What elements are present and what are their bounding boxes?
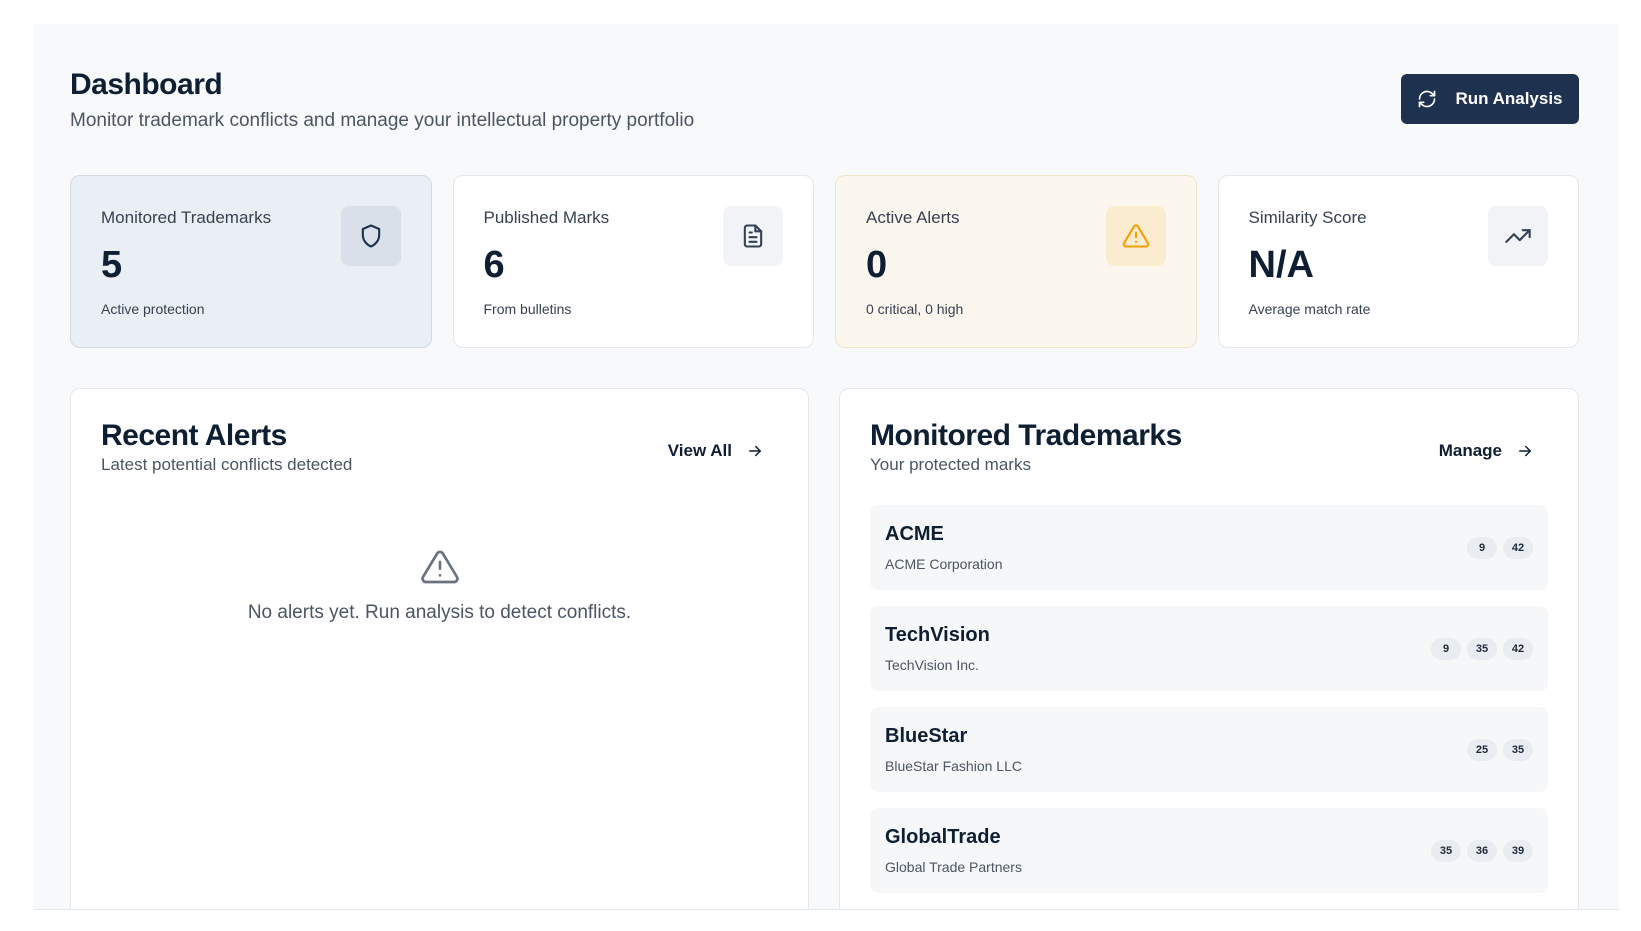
view-all-link[interactable]: View All <box>668 441 764 461</box>
stat-card-monitored[interactable]: Monitored Trademarks 5 Active protection <box>70 175 432 348</box>
class-badge: 35 <box>1431 840 1461 862</box>
stat-note: 0 critical, 0 high <box>866 301 964 317</box>
trademark-name: ACME <box>885 523 944 545</box>
monitored-trademarks-panel: Monitored Trademarks Your protected mark… <box>839 388 1579 909</box>
class-badge: 39 <box>1503 840 1533 862</box>
trademark-classes: 35 36 39 <box>1431 840 1533 862</box>
class-badge: 9 <box>1431 638 1461 660</box>
class-badge: 36 <box>1467 840 1497 862</box>
trademark-item[interactable]: ACME ACME Corporation 9 42 <box>870 505 1548 590</box>
empty-state-text: No alerts yet. Run analysis to detect co… <box>247 602 632 623</box>
trending-up-icon <box>1505 229 1531 243</box>
warning-icon <box>1122 224 1149 248</box>
shield-icon <box>361 224 380 248</box>
class-badge: 42 <box>1503 537 1533 559</box>
manage-link[interactable]: Manage <box>1439 441 1534 461</box>
trademark-classes: 9 42 <box>1467 537 1533 559</box>
class-badge: 35 <box>1467 638 1497 660</box>
trademark-owner: ACME Corporation <box>885 556 1003 572</box>
trademark-list: ACME ACME Corporation 9 42 TechVision Te… <box>870 505 1548 909</box>
stat-note: From bulletins <box>483 301 572 317</box>
class-badge: 25 <box>1467 739 1497 761</box>
trademark-owner: BlueStar Fashion LLC <box>885 758 1022 774</box>
run-analysis-label: Run Analysis <box>1455 89 1563 108</box>
dashboard-page: Dashboard Monitor trademark conflicts an… <box>34 24 1619 910</box>
page-header: Dashboard Monitor trademark conflicts an… <box>70 68 1579 158</box>
arrow-right-icon <box>1519 445 1531 457</box>
page-title: Dashboard <box>70 68 223 101</box>
trademark-item[interactable]: GlobalTrade Global Trade Partners 35 36 … <box>870 808 1548 893</box>
stat-note: Average match rate <box>1248 301 1371 317</box>
trademark-item[interactable]: BlueStar BlueStar Fashion LLC 25 35 <box>870 707 1548 792</box>
page-subtitle: Monitor trademark conflicts and manage y… <box>70 110 695 131</box>
trademark-classes: 25 35 <box>1467 739 1533 761</box>
class-badge: 35 <box>1503 739 1533 761</box>
trademark-name: BlueStar <box>885 725 968 747</box>
view-all-label: View All <box>667 441 732 460</box>
manage-label: Manage <box>1438 441 1502 460</box>
document-icon <box>743 224 763 248</box>
stat-card-published[interactable]: Published Marks 6 From bulletins <box>452 175 814 348</box>
trademark-classes: 9 35 42 <box>1431 638 1533 660</box>
warning-icon <box>420 550 459 584</box>
stats-row: Monitored Trademarks 5 Active protection… <box>70 175 1579 348</box>
run-analysis-button[interactable]: Run Analysis <box>1401 74 1579 124</box>
refresh-icon <box>1419 90 1436 108</box>
stat-card-similarity[interactable]: Similarity Score N/A Average match rate <box>1217 175 1579 348</box>
empty-state: No alerts yet. Run analysis to detect co… <box>71 547 808 624</box>
recent-alerts-panel: Recent Alerts Latest potential conflicts… <box>70 388 809 909</box>
arrow-right-icon <box>749 445 761 457</box>
trademark-item[interactable]: TechVision TechVision Inc. 9 35 42 <box>870 606 1548 691</box>
class-badge: 9 <box>1467 537 1497 559</box>
stat-card-alerts[interactable]: Active Alerts 0 0 critical, 0 high <box>835 175 1197 348</box>
stat-note: Active protection <box>101 301 205 317</box>
class-badge: 42 <box>1503 638 1533 660</box>
